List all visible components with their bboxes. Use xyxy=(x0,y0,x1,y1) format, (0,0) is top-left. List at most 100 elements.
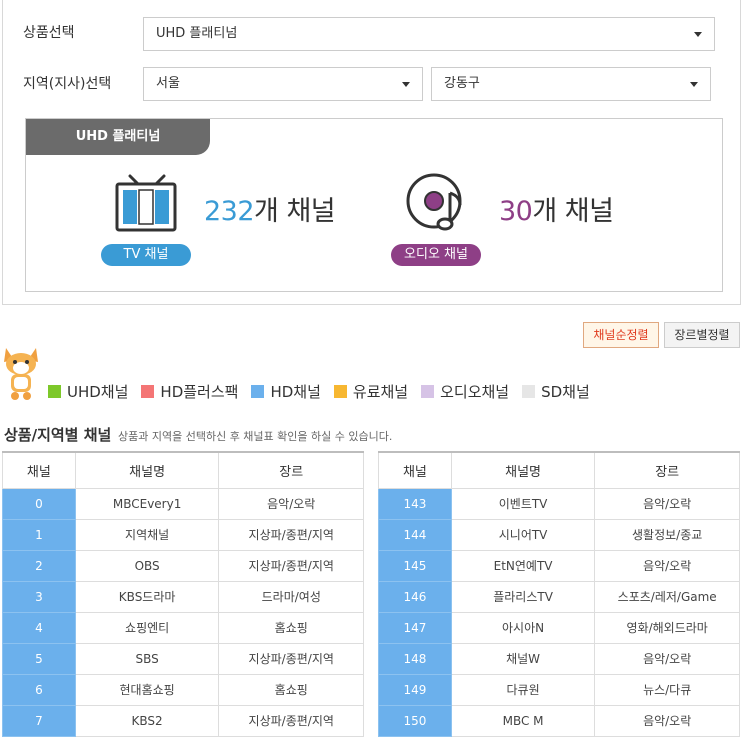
table-row: 143 이벤트TV 음악/오락 xyxy=(378,487,740,520)
sort-by-genre-button[interactable]: 장르별정렬 xyxy=(664,322,740,348)
district-select[interactable]: 강동구 xyxy=(431,67,711,101)
tv-count-number: 232 xyxy=(204,196,255,227)
column-header-genre: 장르 xyxy=(218,451,364,489)
channel-legend: UHD채널 HD플러스팩 HD채널 유료채널 오디오채널 SD채널 xyxy=(48,381,603,402)
filter-panel: 상품선택 UHD 플래티넘 지역(지사)선택 서울 강동구 UHD 플래티넘 2… xyxy=(2,0,741,305)
channel-genre-cell: 뉴스/다큐 xyxy=(594,673,740,706)
channel-genre-cell: 음악/오락 xyxy=(594,642,740,675)
channel-number-cell: 144 xyxy=(378,518,452,551)
legend-swatch xyxy=(522,385,536,398)
table-row: 1 지역채널 지상파/종편/지역 xyxy=(2,518,364,551)
audio-channel-pill: 오디오 채널 xyxy=(391,244,481,266)
channel-name-cell: 현대홈쇼핑 xyxy=(74,673,220,706)
channel-name-cell: 플라리스TV xyxy=(450,580,596,613)
channel-number-cell: 7 xyxy=(2,704,76,737)
channel-name-cell: 채널W xyxy=(450,642,596,675)
table-row: 145 EtN연예TV 음악/오락 xyxy=(378,549,740,582)
audio-disc-icon xyxy=(406,173,462,231)
channel-number-cell: 147 xyxy=(378,611,452,644)
channel-number-cell: 4 xyxy=(2,611,76,644)
channel-name-cell: KBS2 xyxy=(74,704,220,737)
legend-label: HD플러스팩 xyxy=(160,383,239,401)
legend-swatch xyxy=(251,385,265,398)
channel-number-cell: 5 xyxy=(2,642,76,675)
channel-name-cell: 이벤트TV xyxy=(450,487,596,520)
table-row: 0 MBCEvery1 음악/오락 xyxy=(2,487,364,520)
column-header-channel: 채널 xyxy=(378,451,452,489)
chevron-down-icon xyxy=(694,32,702,37)
table-row: 144 시니어TV 생활정보/종교 xyxy=(378,518,740,551)
channel-genre-cell: 드라마/여성 xyxy=(218,580,364,613)
column-header-channel: 채널 xyxy=(2,451,76,489)
audio-count-unit: 개 채널 xyxy=(532,196,614,227)
legend-item: 오디오채널 xyxy=(421,381,509,402)
channel-genre-cell: 홈쇼핑 xyxy=(218,611,364,644)
channel-table-right: 채널 채널명 장르 143 이벤트TV 음악/오락 144 시니어TV 생활정보/종교 14… xyxy=(378,451,740,737)
product-select-label: 상품선택 xyxy=(23,25,75,41)
channel-number-cell: 148 xyxy=(378,642,452,675)
audio-channel-count: 30개 채널 xyxy=(499,189,614,228)
tv-channel-pill: TV 채널 xyxy=(101,244,191,266)
channel-genre-cell: 생활정보/종교 xyxy=(594,518,740,551)
channel-number-cell: 0 xyxy=(2,487,76,520)
table-header-row: 채널 채널명 장르 xyxy=(2,451,364,489)
legend-item: 유료채널 xyxy=(333,381,409,402)
product-select[interactable]: UHD 플래티넘 xyxy=(143,17,715,51)
channel-name-cell: KBS드라마 xyxy=(74,580,220,613)
tv-icon xyxy=(115,174,177,232)
table-row: 4 쇼핑엔티 홈쇼핑 xyxy=(2,611,364,644)
channel-genre-cell: 음악/오락 xyxy=(594,704,740,737)
table-row: 150 MBC M 음악/오락 xyxy=(378,704,740,737)
column-header-channel-name: 채널명 xyxy=(74,451,220,489)
channel-name-cell: 아시아N xyxy=(450,611,596,644)
section-subtitle: 상품과 지역을 선택하신 후 채널표 확인을 하실 수 있습니다. xyxy=(118,430,393,443)
channel-number-cell: 143 xyxy=(378,487,452,520)
channel-summary-box: UHD 플래티넘 232 개 채널 TV 채널 30개 채널 오디오 채널 xyxy=(25,118,723,292)
chevron-down-icon xyxy=(402,82,410,87)
legend-item: SD채널 xyxy=(522,381,590,402)
table-header-row: 채널 채널명 장르 xyxy=(378,451,740,489)
product-select-value: UHD 플래티넘 xyxy=(156,26,238,41)
channel-genre-cell: 지상파/종편/지역 xyxy=(218,518,364,551)
channel-number-cell: 150 xyxy=(378,704,452,737)
sort-by-channel-button[interactable]: 채널순정렬 xyxy=(583,322,659,348)
table-row: 148 채널W 음악/오락 xyxy=(378,642,740,675)
region-select-value: 서울 xyxy=(156,76,180,91)
table-row: 5 SBS 지상파/종편/지역 xyxy=(2,642,364,675)
table-row: 149 다큐원 뉴스/다큐 xyxy=(378,673,740,706)
legend-label: HD채널 xyxy=(270,383,321,401)
legend-item: UHD채널 xyxy=(48,381,128,402)
legend-label: SD채널 xyxy=(541,383,590,401)
channel-number-cell: 3 xyxy=(2,580,76,613)
column-header-genre: 장르 xyxy=(594,451,740,489)
channel-name-cell: MBC M xyxy=(450,704,596,737)
district-select-value: 강동구 xyxy=(444,76,480,91)
channel-genre-cell: 지상파/종편/지역 xyxy=(218,642,364,675)
channel-number-cell: 149 xyxy=(378,673,452,706)
channel-number-cell: 146 xyxy=(378,580,452,613)
channel-genre-cell: 지상파/종편/지역 xyxy=(218,549,364,582)
channel-number-cell: 1 xyxy=(2,518,76,551)
legend-label: 유료채널 xyxy=(352,383,409,401)
region-select[interactable]: 서울 xyxy=(143,67,423,101)
channel-name-cell: EtN연예TV xyxy=(450,549,596,582)
channel-genre-cell: 음악/오락 xyxy=(594,487,740,520)
legend-label: UHD채널 xyxy=(67,383,129,401)
channel-name-cell: 쇼핑엔티 xyxy=(74,611,220,644)
legend-item: HD채널 xyxy=(251,381,321,402)
legend-swatch xyxy=(141,385,155,398)
table-row: 6 현대홈쇼핑 홈쇼핑 xyxy=(2,673,364,706)
fox-mascot-icon xyxy=(4,348,38,400)
summary-product-tab: UHD 플래티넘 xyxy=(26,119,210,155)
table-row: 2 OBS 지상파/종편/지역 xyxy=(2,549,364,582)
table-row: 146 플라리스TV 스포츠/레저/Game xyxy=(378,580,740,613)
channel-genre-cell: 지상파/종편/지역 xyxy=(218,704,364,737)
table-row: 147 아시아N 영화/해외드라마 xyxy=(378,611,740,644)
legend-label: 오디오채널 xyxy=(440,383,510,401)
legend-swatch xyxy=(421,385,435,398)
legend-swatch xyxy=(48,385,61,398)
channel-genre-cell: 음악/오락 xyxy=(218,487,364,520)
channel-number-cell: 6 xyxy=(2,673,76,706)
channel-genre-cell: 영화/해외드라마 xyxy=(594,611,740,644)
channel-name-cell: MBCEvery1 xyxy=(74,487,220,520)
